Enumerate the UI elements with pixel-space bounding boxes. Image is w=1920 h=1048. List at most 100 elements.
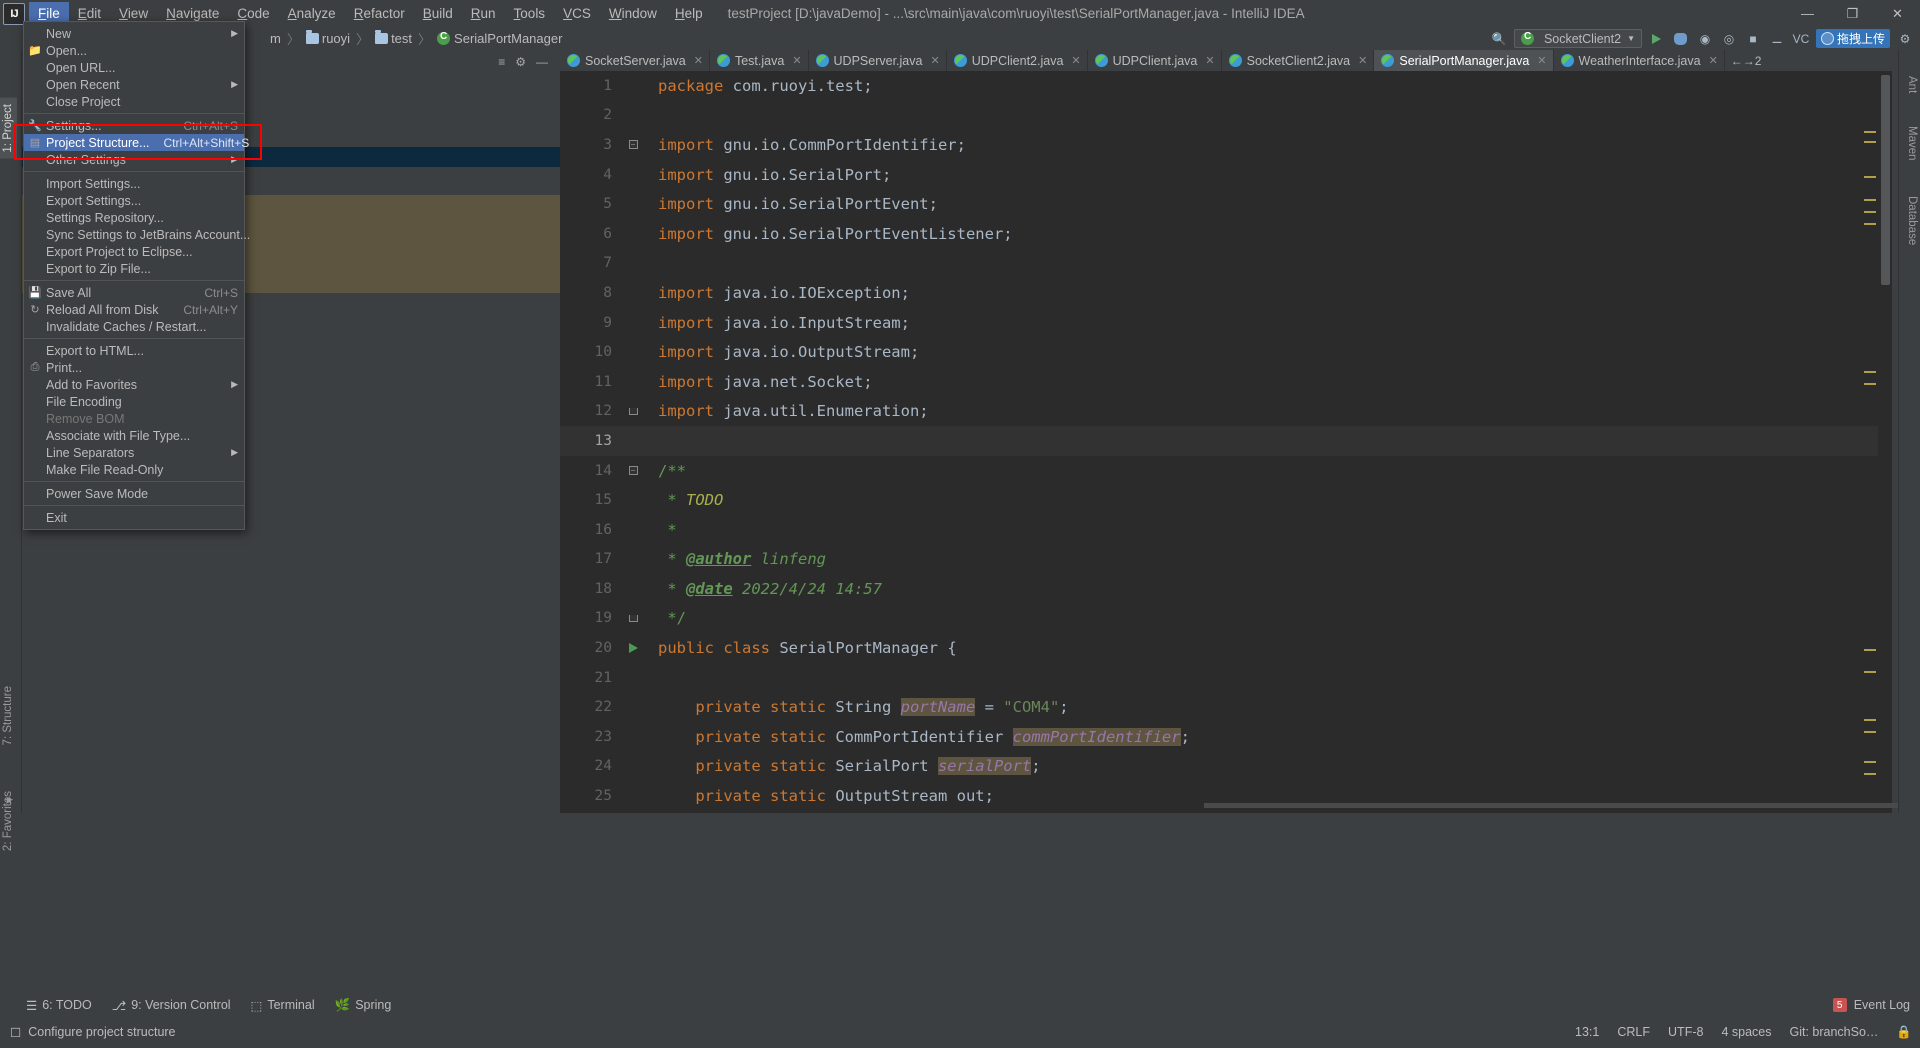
code-line[interactable]: 17 * @author linfeng bbox=[560, 545, 1892, 575]
editor-tab-test[interactable]: Test.java✕ bbox=[710, 50, 809, 71]
code-fold-icon[interactable]: − bbox=[622, 466, 644, 475]
breadcrumb-item[interactable]: test bbox=[375, 31, 412, 46]
file-menu-item-export-settings[interactable]: Export Settings... bbox=[24, 192, 244, 209]
editor-tab-socketserver[interactable]: SocketServer.java✕ bbox=[560, 50, 710, 71]
upload-button[interactable]: 拖拽上传 bbox=[1816, 29, 1890, 48]
code-line[interactable]: 12import java.util.Enumeration; bbox=[560, 397, 1892, 427]
event-log-button[interactable]: 5 Event Log bbox=[1833, 998, 1910, 1012]
code-line[interactable]: 20public class SerialPortManager { bbox=[560, 633, 1892, 663]
close-tab-icon[interactable]: ✕ bbox=[1709, 54, 1718, 67]
code-line[interactable]: 1package com.ruoyi.test; bbox=[560, 71, 1892, 101]
close-tab-icon[interactable]: ✕ bbox=[930, 54, 939, 67]
code-line[interactable]: 5import gnu.io.SerialPortEvent; bbox=[560, 189, 1892, 219]
debug-icon[interactable] bbox=[1672, 30, 1690, 48]
close-tab-icon[interactable]: ✕ bbox=[1537, 54, 1546, 67]
code-line[interactable]: 22 private static String portName = "COM… bbox=[560, 692, 1892, 722]
close-tab-icon[interactable]: ✕ bbox=[694, 54, 703, 67]
menubar-item-build[interactable]: Build bbox=[414, 2, 462, 26]
scrollbar-thumb[interactable] bbox=[1881, 75, 1890, 285]
file-menu-item-other-settings[interactable]: Other Settings▶ bbox=[24, 151, 244, 168]
minimize-button[interactable]: — bbox=[1785, 0, 1830, 27]
code-line[interactable]: 7 bbox=[560, 249, 1892, 279]
breadcrumb-item[interactable]: m bbox=[270, 31, 281, 46]
editor-tab-socketclient2[interactable]: SocketClient2.java✕ bbox=[1222, 50, 1375, 71]
code-line[interactable]: 3−import gnu.io.CommPortIdentifier; bbox=[560, 130, 1892, 160]
close-tab-icon[interactable]: ✕ bbox=[792, 54, 801, 67]
file-menu-item-associate-with-file-type[interactable]: Associate with File Type... bbox=[24, 427, 244, 444]
menubar-item-analyze[interactable]: Analyze bbox=[279, 2, 345, 26]
file-menu-popup[interactable]: New▶📁Open...Open URL...Open Recent▶Close… bbox=[23, 21, 245, 530]
stop-icon[interactable]: ■ bbox=[1744, 30, 1762, 48]
status-indent[interactable]: 4 spaces bbox=[1721, 1025, 1771, 1039]
settings-gear-icon[interactable]: ⚙ bbox=[1896, 30, 1914, 48]
status-line-separator[interactable]: CRLF bbox=[1617, 1025, 1650, 1039]
code-line[interactable]: 23 private static CommPortIdentifier com… bbox=[560, 722, 1892, 752]
file-menu-item-save-all[interactable]: 💾Save AllCtrl+S bbox=[24, 284, 244, 301]
menubar-item-run[interactable]: Run bbox=[462, 2, 505, 26]
sidebar-item-ant[interactable]: Ant bbox=[1903, 70, 1920, 99]
tool-window-button-terminal[interactable]: ⬚Terminal bbox=[251, 998, 315, 1013]
menubar-item-refactor[interactable]: Refactor bbox=[345, 2, 414, 26]
tool-window-button-9-version-control[interactable]: ⎇9: Version Control bbox=[112, 998, 231, 1013]
code-fold-icon[interactable]: − bbox=[622, 140, 644, 149]
tool-window-button-spring[interactable]: 🌿Spring bbox=[335, 998, 392, 1013]
lock-icon[interactable]: 🔒 bbox=[1896, 1025, 1912, 1040]
file-menu-item-power-save-mode[interactable]: Power Save Mode bbox=[24, 485, 244, 502]
status-caret-position[interactable]: 13:1 bbox=[1575, 1025, 1599, 1039]
file-menu-item-line-separators[interactable]: Line Separators▶ bbox=[24, 444, 244, 461]
file-menu-item-open-recent[interactable]: Open Recent▶ bbox=[24, 76, 244, 93]
code-line[interactable]: 19 */ bbox=[560, 604, 1892, 634]
editor-tab-serialportmanager[interactable]: SerialPortManager.java✕ bbox=[1374, 50, 1553, 71]
profile-icon[interactable]: ◎ bbox=[1720, 30, 1738, 48]
menubar-item-vcs[interactable]: VCS bbox=[554, 2, 600, 26]
editor-tab-udpserver[interactable]: UDPServer.java✕ bbox=[809, 50, 947, 71]
file-menu-item-file-encoding[interactable]: File Encoding bbox=[24, 393, 244, 410]
menubar-item-window[interactable]: Window bbox=[600, 2, 666, 26]
code-line[interactable]: 15 * TODO bbox=[560, 485, 1892, 515]
editor-tab-weatherinterface[interactable]: WeatherInterface.java✕ bbox=[1554, 50, 1725, 71]
status-git-branch[interactable]: Git: branchSo… bbox=[1789, 1025, 1878, 1039]
breadcrumb-item[interactable]: ruoyi bbox=[306, 31, 350, 46]
collapse-all-icon[interactable]: ≡ bbox=[498, 55, 505, 69]
sidebar-item-structure[interactable]: 7: Structure bbox=[0, 680, 17, 751]
editor-scrollbar[interactable] bbox=[1878, 71, 1892, 813]
file-menu-item-close-project[interactable]: Close Project bbox=[24, 93, 244, 110]
file-menu-item-reload-all-from-disk[interactable]: ↻Reload All from DiskCtrl+Alt+Y bbox=[24, 301, 244, 318]
file-menu-item-open-url[interactable]: Open URL... bbox=[24, 59, 244, 76]
code-line[interactable]: 2 bbox=[560, 101, 1892, 131]
breadcrumb-item[interactable]: SerialPortManager bbox=[437, 31, 562, 46]
file-menu-item-invalidate-caches-restart[interactable]: Invalidate Caches / Restart... bbox=[24, 318, 244, 335]
code-line[interactable]: 13 bbox=[560, 426, 1892, 456]
close-tab-icon[interactable]: ✕ bbox=[1071, 54, 1080, 67]
code-line[interactable]: 14−/** bbox=[560, 456, 1892, 486]
search-everywhere-icon[interactable]: 🔍 bbox=[1490, 30, 1508, 48]
file-menu-item-settings[interactable]: 🔧Settings...Ctrl+Alt+S bbox=[24, 117, 244, 134]
run-icon[interactable] bbox=[1648, 30, 1666, 48]
hide-panel-icon[interactable]: — bbox=[536, 55, 548, 69]
code-line[interactable]: 18 * @date 2022/4/24 14:57 bbox=[560, 574, 1892, 604]
run-with-coverage-icon[interactable]: ◉ bbox=[1696, 30, 1714, 48]
code-line[interactable]: 16 * bbox=[560, 515, 1892, 545]
sidebar-item-project[interactable]: 1: Project bbox=[0, 98, 17, 159]
file-menu-item-open[interactable]: 📁Open... bbox=[24, 42, 244, 59]
code-line[interactable]: 8import java.io.IOException; bbox=[560, 278, 1892, 308]
run-gutter-icon[interactable] bbox=[622, 643, 644, 653]
code-line[interactable]: 4import gnu.io.SerialPort; bbox=[560, 160, 1892, 190]
tool-window-button-6-todo[interactable]: ☰6: TODO bbox=[26, 998, 92, 1013]
code-line[interactable]: 24 private static SerialPort serialPort; bbox=[560, 752, 1892, 782]
status-encoding[interactable]: UTF-8 bbox=[1668, 1025, 1703, 1039]
editor-tab-udpclient[interactable]: UDPClient.java✕ bbox=[1088, 50, 1222, 71]
project-settings-gear-icon[interactable]: ⚙ bbox=[515, 55, 526, 69]
editor-tab-udpclient2[interactable]: UDPClient2.java✕ bbox=[947, 50, 1088, 71]
code-viewport[interactable]: 1package com.ruoyi.test;23−import gnu.io… bbox=[560, 71, 1892, 813]
file-menu-item-make-file-read-only[interactable]: Make File Read-Only bbox=[24, 461, 244, 478]
tab-overflow-indicator[interactable]: ←→2 bbox=[1725, 50, 1768, 71]
editor-horizontal-scrollbar[interactable] bbox=[1204, 803, 1920, 808]
code-fold-icon[interactable] bbox=[622, 408, 644, 415]
close-button[interactable]: ✕ bbox=[1875, 0, 1920, 27]
sidebar-item-maven[interactable]: Maven bbox=[1903, 120, 1920, 167]
menubar-item-tools[interactable]: Tools bbox=[505, 2, 555, 26]
code-line[interactable]: 21 bbox=[560, 663, 1892, 693]
file-menu-item-add-to-favorites[interactable]: Add to Favorites▶ bbox=[24, 376, 244, 393]
file-menu-item-project-structure[interactable]: ▤Project Structure...Ctrl+Alt+Shift+S bbox=[24, 134, 244, 151]
